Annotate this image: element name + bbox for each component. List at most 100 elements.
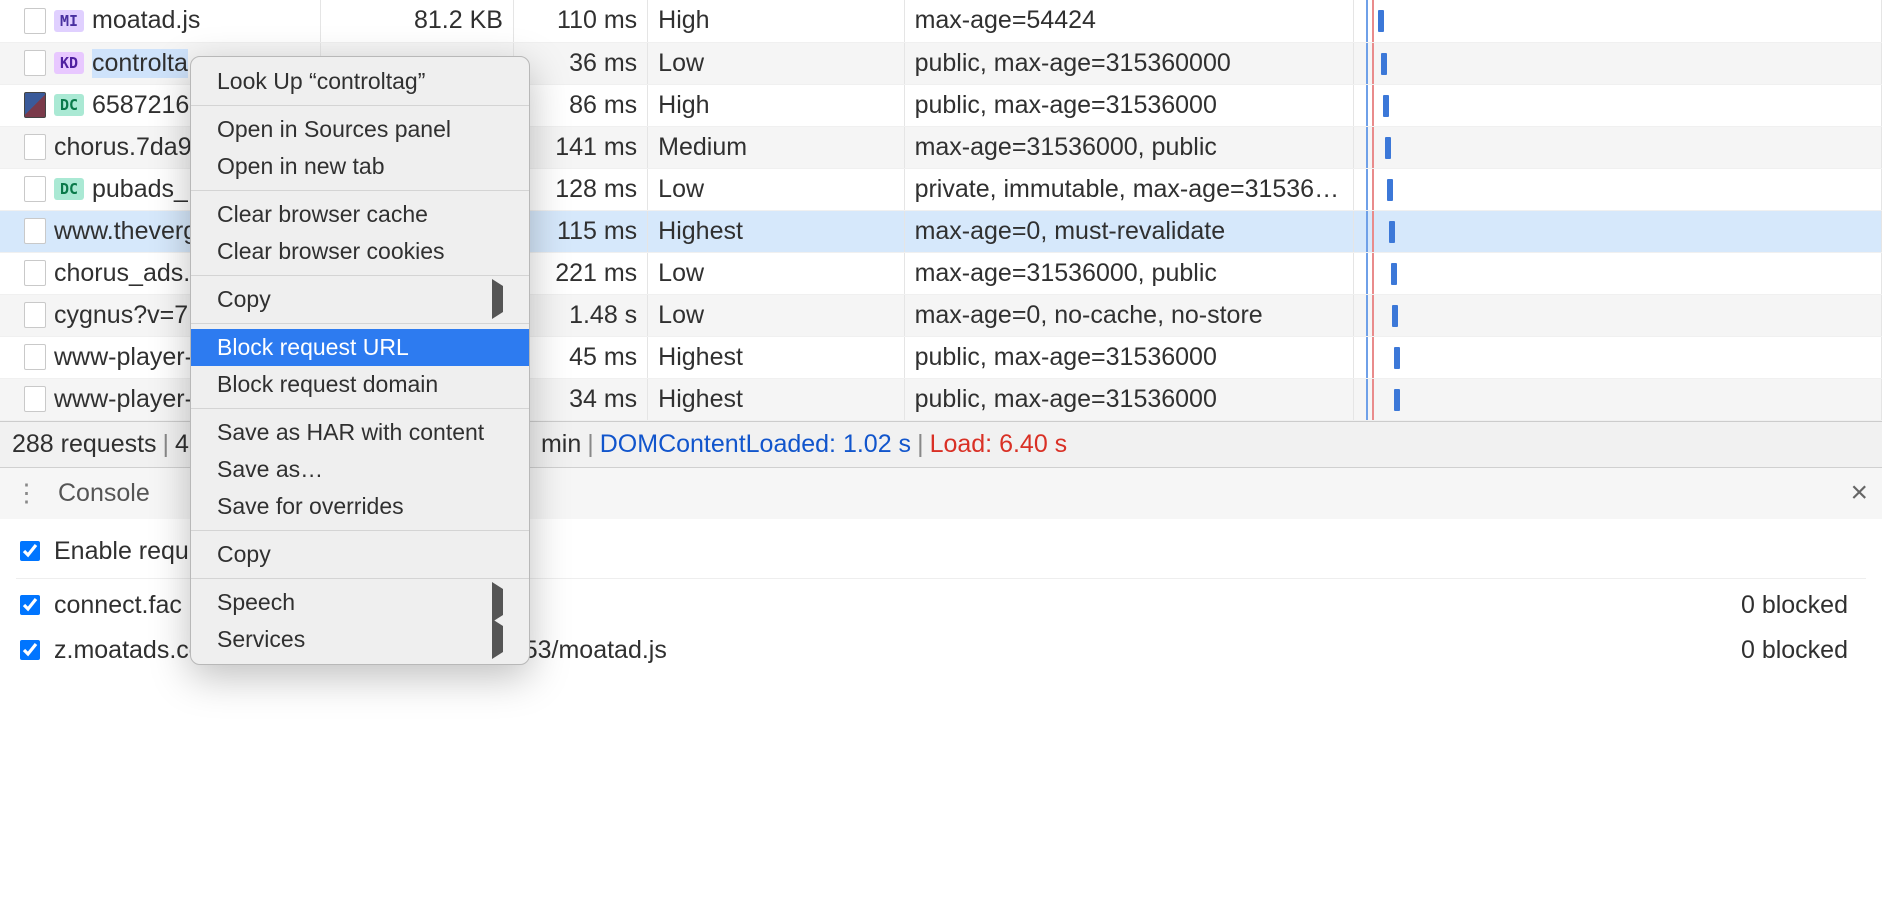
ctx-services-submenu[interactable]: Services	[191, 621, 529, 658]
cell-time: 34 ms	[513, 378, 647, 420]
status-requests: 288 requests	[12, 430, 157, 459]
ctx-save-har[interactable]: Save as HAR with content	[191, 414, 529, 451]
status-load: Load: 6.40 s	[930, 430, 1068, 459]
cell-time: 221 ms	[513, 252, 647, 294]
cell-priority: Highest	[648, 378, 904, 420]
request-name: chorus.7da9	[54, 133, 192, 162]
request-name: cygnus?v=7	[54, 301, 188, 330]
ctx-speech-submenu[interactable]: Speech	[191, 584, 529, 621]
cell-cache-control: public, max-age=31536000	[904, 84, 1354, 126]
cell-cache-control: public, max-age=31536000	[904, 336, 1354, 378]
file-icon	[24, 176, 46, 202]
request-name: www.theverg	[54, 217, 197, 246]
blocked-count: 0 blocked	[1741, 636, 1862, 665]
ctx-open-sources[interactable]: Open in Sources panel	[191, 111, 529, 148]
blocked-pattern-checkbox[interactable]	[20, 595, 40, 615]
cell-time: 45 ms	[513, 336, 647, 378]
status-dcl: DOMContentLoaded: 1.02 s	[600, 430, 911, 459]
cell-waterfall	[1354, 126, 1882, 168]
initiator-badge: DC	[54, 178, 84, 200]
cell-waterfall	[1354, 378, 1882, 420]
initiator-badge: DC	[54, 94, 84, 116]
ctx-block-url[interactable]: Block request URL	[191, 329, 529, 366]
cell-waterfall	[1354, 0, 1882, 42]
blocked-pattern-checkbox[interactable]	[20, 640, 40, 660]
cell-priority: Highest	[648, 336, 904, 378]
cell-cache-control: public, max-age=31536000	[904, 378, 1354, 420]
cell-cache-control: private, immutable, max-age=31536…	[904, 168, 1354, 210]
cell-priority: Low	[648, 294, 904, 336]
cell-cache-control: max-age=54424	[904, 0, 1354, 42]
cell-cache-control: public, max-age=315360000	[904, 42, 1354, 84]
cell-waterfall	[1354, 294, 1882, 336]
cell-time: 110 ms	[513, 0, 647, 42]
drawer-menu-icon[interactable]: ⋮	[14, 478, 40, 508]
ctx-lookup[interactable]: Look Up “controltag”	[191, 63, 529, 100]
cell-time: 115 ms	[513, 210, 647, 252]
blocked-pattern-text: connect.fac	[54, 591, 182, 620]
cell-cache-control: max-age=0, must-revalidate	[904, 210, 1354, 252]
cell-waterfall	[1354, 336, 1882, 378]
network-row[interactable]: MI moatad.js 81.2 KB110 msHighmax-age=5442…	[0, 0, 1882, 42]
cell-priority: Medium	[648, 126, 904, 168]
request-name: www-player-	[54, 385, 193, 414]
blocked-count: 0 blocked	[1741, 591, 1862, 620]
cell-waterfall	[1354, 210, 1882, 252]
file-icon	[24, 260, 46, 286]
request-name: moatad.js	[92, 6, 200, 35]
enable-blocking-label: Enable requ	[54, 537, 189, 566]
cell-cache-control: max-age=0, no-cache, no-store	[904, 294, 1354, 336]
request-name: pubads_	[92, 175, 188, 204]
ctx-block-domain[interactable]: Block request domain	[191, 366, 529, 403]
file-icon	[24, 8, 46, 34]
file-icon	[24, 344, 46, 370]
ctx-copy[interactable]: Copy	[191, 536, 529, 573]
status-transferred: 4	[175, 430, 189, 459]
ctx-open-tab[interactable]: Open in new tab	[191, 148, 529, 185]
status-sep: |	[163, 430, 170, 459]
cell-cache-control: max-age=31536000, public	[904, 252, 1354, 294]
drawer-close-icon[interactable]: ×	[1850, 476, 1868, 510]
cell-cache-control: max-age=31536000, public	[904, 126, 1354, 168]
cell-time: 36 ms	[513, 42, 647, 84]
initiator-badge: MI	[54, 10, 84, 32]
cell-priority: Low	[648, 168, 904, 210]
context-menu: Look Up “controltag” Open in Sources pan…	[190, 56, 530, 665]
cell-time: 1.48 s	[513, 294, 647, 336]
status-after: min	[541, 430, 581, 459]
chevron-right-icon	[492, 619, 503, 659]
cell-waterfall	[1354, 168, 1882, 210]
ctx-clear-cookies[interactable]: Clear browser cookies	[191, 233, 529, 270]
cell-time: 141 ms	[513, 126, 647, 168]
file-icon	[24, 302, 46, 328]
ctx-copy-submenu[interactable]: Copy	[191, 281, 529, 318]
request-name: 6587216	[92, 91, 189, 120]
file-icon	[24, 386, 46, 412]
chevron-right-icon	[492, 582, 503, 622]
request-name: chorus_ads.	[54, 259, 190, 288]
cell-priority: Highest	[648, 210, 904, 252]
cell-waterfall	[1354, 84, 1882, 126]
file-icon	[24, 134, 46, 160]
cell-waterfall	[1354, 252, 1882, 294]
ctx-save-overrides[interactable]: Save for overrides	[191, 488, 529, 525]
file-icon	[24, 218, 46, 244]
chevron-right-icon	[492, 279, 503, 319]
file-icon	[24, 92, 46, 118]
cell-waterfall	[1354, 42, 1882, 84]
file-icon	[24, 50, 46, 76]
initiator-badge: KD	[54, 52, 84, 74]
ctx-clear-cache[interactable]: Clear browser cache	[191, 196, 529, 233]
cell-time: 128 ms	[513, 168, 647, 210]
request-name: www-player-	[54, 343, 193, 372]
enable-blocking-checkbox[interactable]	[20, 541, 40, 561]
cell-priority: Low	[648, 252, 904, 294]
cell-priority: High	[648, 0, 904, 42]
cell-time: 86 ms	[513, 84, 647, 126]
tab-console[interactable]: Console	[40, 479, 168, 508]
cell-priority: Low	[648, 42, 904, 84]
cell-priority: High	[648, 84, 904, 126]
ctx-save-as[interactable]: Save as…	[191, 451, 529, 488]
request-name: controlta	[92, 49, 188, 78]
cell-size: 81.2 KB	[321, 0, 514, 42]
